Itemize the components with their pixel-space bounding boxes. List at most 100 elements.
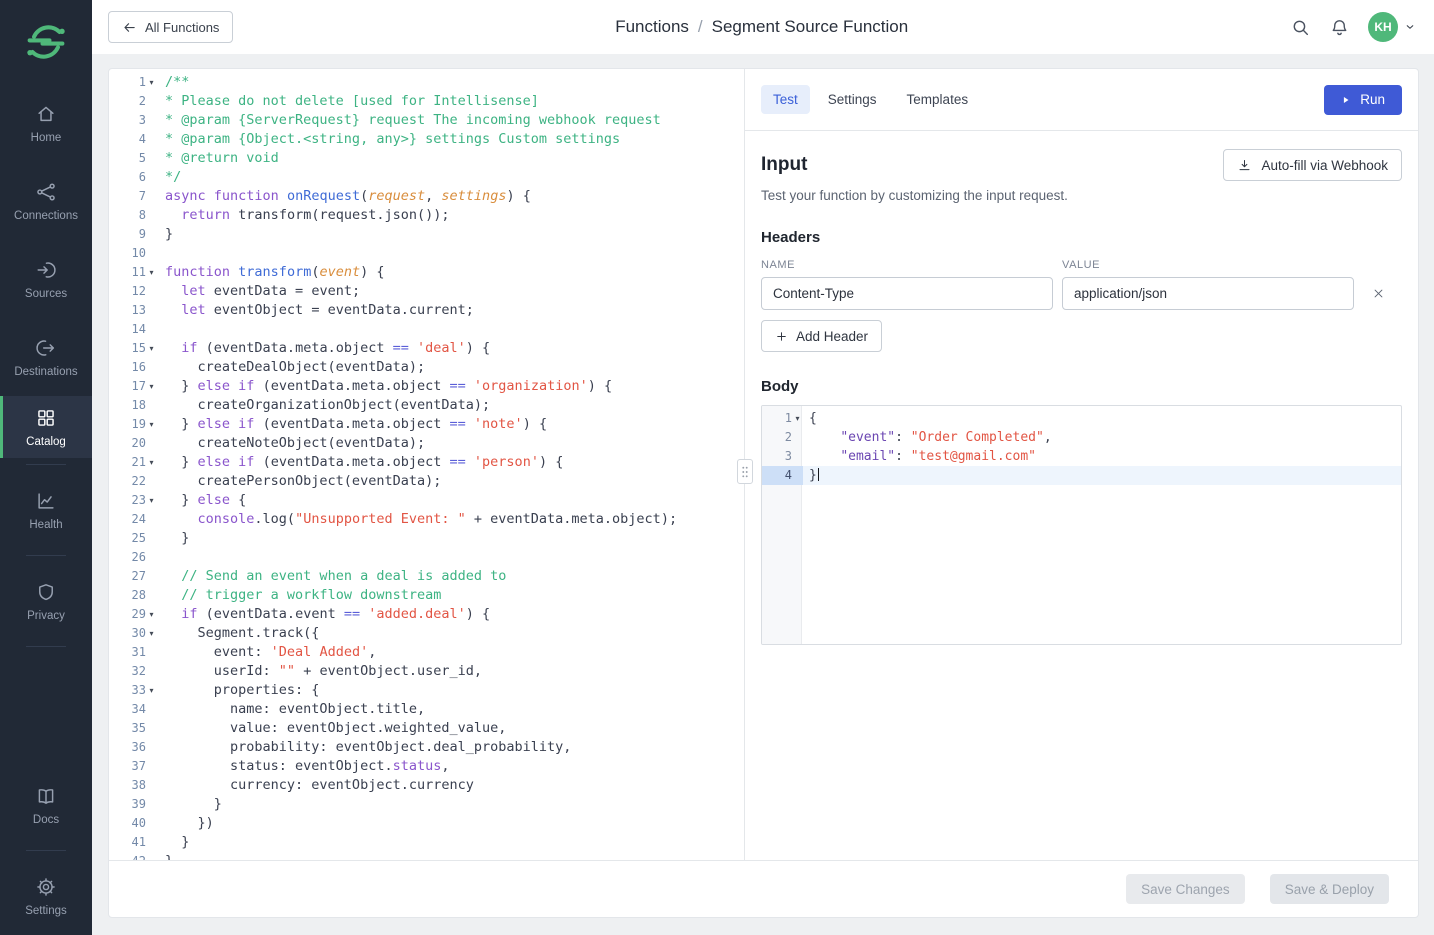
avatar[interactable]: KH [1368, 12, 1398, 42]
code-line-16[interactable]: 16 createDealObject(eventData); [109, 358, 744, 377]
code-line-4[interactable]: 4* @param {Object.<string, any>} setting… [109, 130, 744, 149]
sidebar-item-connections[interactable]: Connections [0, 162, 92, 240]
code-line-1[interactable]: 1▾{ [762, 409, 1401, 428]
tab-settings[interactable]: Settings [816, 85, 889, 114]
code-line-41[interactable]: 41 } [109, 833, 744, 852]
code-line-21[interactable]: 21▾ } else if (eventData.meta.object == … [109, 453, 744, 472]
code-line-5[interactable]: 5* @return void [109, 149, 744, 168]
tab-test[interactable]: Test [761, 85, 810, 114]
code-line-22[interactable]: 22 createPersonObject(eventData); [109, 472, 744, 491]
code-line-8[interactable]: 8 return transform(request.json()); [109, 206, 744, 225]
autofill-webhook-label: Auto-fill via Webhook [1261, 158, 1388, 173]
line-number: 35 [109, 719, 157, 738]
sidebar-item-catalog[interactable]: Catalog [0, 396, 92, 458]
code-line-40[interactable]: 40 }) [109, 814, 744, 833]
fold-arrow-icon[interactable]: ▾ [146, 73, 157, 92]
tab-templates[interactable]: Templates [895, 85, 981, 114]
code-line-24[interactable]: 24 console.log("Unsupported Event: " + e… [109, 510, 744, 529]
sidebar-item-label: Connections [14, 210, 78, 222]
fold-arrow-icon[interactable]: ▾ [146, 681, 157, 700]
code-line-32[interactable]: 32 userId: "" + eventObject.user_id, [109, 662, 744, 681]
save-deploy-button[interactable]: Save & Deploy [1270, 874, 1389, 904]
code-line-3[interactable]: 3 "email": "test@gmail.com" [762, 447, 1401, 466]
code-line-23[interactable]: 23▾ } else { [109, 491, 744, 510]
save-changes-button[interactable]: Save Changes [1126, 874, 1245, 904]
code-line-28[interactable]: 28 // trigger a workflow downstream [109, 586, 744, 605]
code-line-18[interactable]: 18 createOrganizationObject(eventData); [109, 396, 744, 415]
code-line-42[interactable]: 42} [109, 852, 744, 860]
code-line-30[interactable]: 30▾ Segment.track({ [109, 624, 744, 643]
sidebar-spacer [0, 653, 92, 766]
code-line-1[interactable]: 1▾/** [109, 73, 744, 92]
code-line-33[interactable]: 33▾ properties: { [109, 681, 744, 700]
fold-arrow-icon[interactable]: ▾ [146, 453, 157, 472]
code-line-11[interactable]: 11▾function transform(event) { [109, 263, 744, 282]
header-column-labels: NAME VALUE [761, 259, 1402, 271]
pane-resize-handle[interactable] [737, 459, 753, 484]
test-panel-content: Input Auto-fill via Webhook Test your fu… [745, 131, 1418, 645]
sidebar-item-sources[interactable]: Sources [0, 240, 92, 318]
line-number: 19▾ [109, 415, 157, 434]
code-line-7[interactable]: 7async function onRequest(request, setti… [109, 187, 744, 206]
test-panel-tabs: TestSettingsTemplates [761, 85, 980, 114]
code-line-36[interactable]: 36 probability: eventObject.deal_probabi… [109, 738, 744, 757]
code-line-10[interactable]: 10 [109, 244, 744, 263]
code-line-13[interactable]: 13 let eventObject = eventData.current; [109, 301, 744, 320]
sidebar-item-health[interactable]: Health [0, 471, 92, 549]
body-editor[interactable]: 1▾{2 "event": "Order Completed",3 "email… [761, 405, 1402, 645]
code-line-2[interactable]: 2* Please do not delete [used for Intell… [109, 92, 744, 111]
code-editor[interactable]: 1▾/**2* Please do not delete [used for I… [109, 69, 745, 860]
line-number: 34 [109, 700, 157, 719]
header-name-input[interactable] [761, 277, 1053, 310]
sidebar-item-destinations[interactable]: Destinations [0, 318, 92, 396]
run-button[interactable]: Run [1324, 85, 1402, 115]
breadcrumb: Functions / Segment Source Function [233, 17, 1290, 37]
fold-arrow-icon[interactable]: ▾ [146, 605, 157, 624]
headers-section-title: Headers [761, 229, 1402, 246]
code-line-14[interactable]: 14 [109, 320, 744, 339]
code-line-35[interactable]: 35 value: eventObject.weighted_value, [109, 719, 744, 738]
fold-arrow-icon[interactable]: ▾ [146, 263, 157, 282]
fold-arrow-icon[interactable]: ▾ [146, 624, 157, 643]
fold-arrow-icon[interactable]: ▾ [146, 377, 157, 396]
code-line-2[interactable]: 2 "event": "Order Completed", [762, 428, 1401, 447]
code-line-31[interactable]: 31 event: 'Deal Added', [109, 643, 744, 662]
sidebar-item-privacy[interactable]: Privacy [0, 562, 92, 640]
all-functions-button[interactable]: All Functions [108, 11, 233, 43]
code-line-25[interactable]: 25 } [109, 529, 744, 548]
code-line-15[interactable]: 15▾ if (eventData.meta.object == 'deal')… [109, 339, 744, 358]
code-line-3[interactable]: 3* @param {ServerRequest} request The in… [109, 111, 744, 130]
sidebar-item-home[interactable]: Home [0, 84, 92, 162]
code-line-39[interactable]: 39 } [109, 795, 744, 814]
breadcrumb-functions[interactable]: Functions [615, 17, 689, 37]
code-line-9[interactable]: 9} [109, 225, 744, 244]
fold-arrow-icon[interactable]: ▾ [146, 339, 157, 358]
fold-arrow-icon[interactable]: ▾ [146, 491, 157, 510]
code-line-17[interactable]: 17▾ } else if (eventData.meta.object == … [109, 377, 744, 396]
code-line-29[interactable]: 29▾ if (eventData.event == 'added.deal')… [109, 605, 744, 624]
code-line-26[interactable]: 26 [109, 548, 744, 567]
code-line-6[interactable]: 6*/ [109, 168, 744, 187]
code-line-37[interactable]: 37 status: eventObject.status, [109, 757, 744, 776]
sidebar-item-docs[interactable]: Docs [0, 766, 92, 844]
code-line-19[interactable]: 19▾ } else if (eventData.meta.object == … [109, 415, 744, 434]
notifications-bell-icon[interactable] [1329, 17, 1350, 38]
segment-logo[interactable] [0, 0, 92, 84]
autofill-webhook-button[interactable]: Auto-fill via Webhook [1223, 149, 1402, 181]
code-line-27[interactable]: 27 // Send an event when a deal is added… [109, 567, 744, 586]
header-value-input[interactable] [1062, 277, 1354, 310]
fold-arrow-icon[interactable]: ▾ [792, 409, 803, 428]
code-line-34[interactable]: 34 name: eventObject.title, [109, 700, 744, 719]
code-line-20[interactable]: 20 createNoteObject(eventData); [109, 434, 744, 453]
code-line-12[interactable]: 12 let eventData = event; [109, 282, 744, 301]
line-number: 36 [109, 738, 157, 757]
code-line-4[interactable]: 4} [762, 466, 1401, 485]
account-menu[interactable]: KH [1368, 12, 1416, 42]
fold-arrow-icon[interactable]: ▾ [146, 415, 157, 434]
search-icon[interactable] [1290, 17, 1311, 38]
sidebar-item-settings[interactable]: Settings [0, 857, 92, 935]
body-editor-lines: 1▾{2 "event": "Order Completed",3 "email… [762, 406, 1401, 485]
add-header-button[interactable]: Add Header [761, 320, 882, 352]
remove-header-icon[interactable] [1371, 286, 1386, 301]
code-line-38[interactable]: 38 currency: eventObject.currency [109, 776, 744, 795]
